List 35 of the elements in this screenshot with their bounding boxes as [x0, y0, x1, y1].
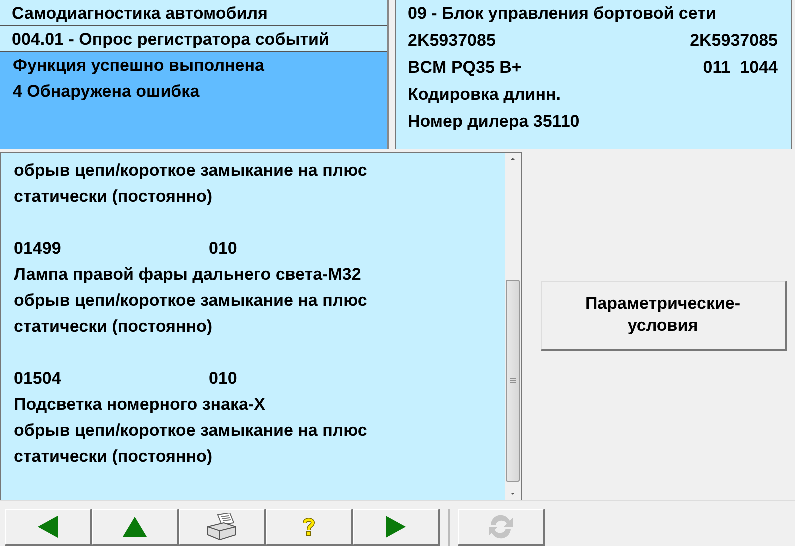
help-button[interactable] — [266, 509, 353, 546]
control-unit-info: 2K5937085 — [690, 30, 778, 52]
fault-status-code: 010 — [209, 238, 238, 258]
question-mark-icon — [303, 518, 315, 536]
status-text: 4 Обнаружена ошибка — [13, 82, 200, 101]
fault-description: статически (постоянно) — [14, 446, 213, 466]
fault-name: Подсветка номерного знака-X — [14, 394, 266, 414]
scrollbar[interactable] — [505, 152, 521, 500]
next-button[interactable] — [353, 509, 440, 546]
left-arrow-icon — [37, 515, 59, 539]
control-unit-info: Номер дилера 35110 — [408, 111, 580, 133]
control-unit-info: BCM PQ35 B+ — [408, 57, 522, 79]
printer-icon — [206, 513, 238, 541]
fault-code: 01504 — [14, 368, 62, 390]
fault-code: 01499 — [14, 238, 62, 260]
fault-status-code: 010 — [209, 368, 238, 388]
fault-description: обрыв цепи/короткое замыкание на плюс — [14, 160, 368, 180]
fault-name: Лампа правой фары дальнего света-M32 — [14, 264, 362, 284]
right-arrow-icon — [385, 515, 407, 539]
back-button[interactable] — [5, 509, 92, 546]
control-unit-info: 2K5937085 — [408, 30, 496, 52]
up-button[interactable] — [92, 509, 179, 546]
print-button[interactable] — [179, 509, 266, 546]
fault-description: обрыв цепи/короткое замыкание на плюс — [14, 290, 368, 310]
fault-description: статически (постоянно) — [14, 316, 213, 336]
control-unit-info: 09 - Блок управления бортовой сети — [408, 3, 716, 25]
control-unit-info: 011 1044 — [703, 57, 778, 79]
status-text: Функция успешно выполнена — [13, 56, 264, 75]
control-unit-info: Кодировка длинн. — [408, 84, 561, 106]
parameter-conditions-button[interactable]: Параметрические- условия — [540, 280, 786, 351]
window-title: Самодиагностика автомобиля — [0, 0, 387, 26]
up-arrow-icon — [122, 516, 148, 538]
fault-description: статически (постоянно) — [14, 186, 213, 206]
scrollbar-thumb[interactable] — [506, 280, 520, 482]
fault-description: обрыв цепи/короткое замыкание на плюс — [14, 420, 368, 440]
